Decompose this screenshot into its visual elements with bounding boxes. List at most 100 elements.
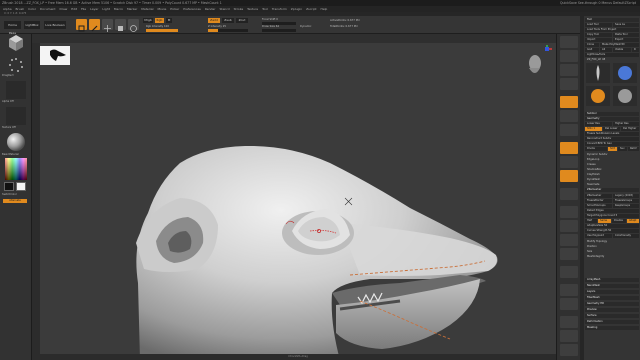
material-sphere-icon[interactable]: [6, 132, 26, 152]
sdiv-slider[interactable]: SDiv 1: [585, 127, 602, 131]
goz-all-button[interactable]: All: [600, 48, 612, 52]
menu-help[interactable]: Help: [321, 7, 328, 11]
goz-visible-button[interactable]: Visible: [613, 48, 631, 52]
fox-head-mesh[interactable]: [136, 145, 498, 360]
curves-strength-slider[interactable]: Curves Strength 50: [585, 229, 639, 233]
menu-movie[interactable]: Movie: [157, 7, 166, 11]
menu-texture[interactable]: Texture: [247, 7, 258, 11]
size-item[interactable]: Size: [585, 250, 639, 254]
bpr-button[interactable]: [560, 36, 578, 48]
zsub-button[interactable]: Zsub: [222, 18, 234, 23]
scale-view-button[interactable]: [560, 234, 578, 246]
tool-header[interactable]: Tool: [585, 18, 639, 22]
make-polymesh3d-button[interactable]: Make PolyMesh3D: [600, 43, 639, 47]
primary-color-swatch[interactable]: [4, 182, 14, 191]
copy-tool-button[interactable]: Copy Tool: [585, 33, 612, 37]
menu-brush[interactable]: Brush: [16, 7, 25, 11]
menu-draw[interactable]: Draw: [59, 7, 67, 11]
transp-button[interactable]: [560, 298, 578, 310]
home-page-button[interactable]: Home Page: [4, 21, 21, 35]
lower-res-button[interactable]: Lower Res: [585, 122, 612, 126]
convert-bpr-button[interactable]: Convert BPR To Geo: [585, 142, 639, 146]
menu-color[interactable]: Color: [28, 7, 36, 11]
zoom-button[interactable]: [560, 78, 578, 90]
xyz-button[interactable]: [560, 188, 578, 200]
edit-button[interactable]: [76, 19, 87, 32]
freeze-border-button[interactable]: FreezeBorder: [585, 199, 612, 203]
menu-stroke[interactable]: Stroke: [234, 7, 244, 11]
divide-button[interactable]: Divide: [585, 147, 607, 151]
texture-thumbnail[interactable]: [6, 107, 26, 125]
navigator-thumbnail[interactable]: [40, 46, 70, 65]
meshintegrity-item[interactable]: MeshIntegrity: [585, 255, 639, 259]
actual-button[interactable]: [560, 96, 578, 108]
zcut-button[interactable]: Zcut: [236, 18, 248, 23]
del-higher-button[interactable]: Del Higher: [621, 127, 639, 131]
modify-topology-item[interactable]: Modify Topology: [585, 240, 639, 244]
goz-button[interactable]: GoZ: [585, 48, 599, 52]
color-picker-icon[interactable]: [5, 158, 27, 180]
menu-marker[interactable]: Marker: [127, 7, 137, 11]
menu-render[interactable]: Render: [205, 7, 216, 11]
alternate-button[interactable]: Alternate: [3, 199, 27, 203]
tool-cube-icon[interactable]: [7, 34, 25, 52]
deformation-header[interactable]: Deformation: [585, 320, 639, 324]
load-tool-button[interactable]: Load Tool: [585, 23, 612, 27]
use-polypaint-button[interactable]: Use Polypaint: [585, 234, 612, 238]
floor-button[interactable]: [560, 142, 578, 154]
dynamic-subdiv-item[interactable]: Dynamic Subdiv: [585, 153, 639, 157]
ghost-button[interactable]: [560, 316, 578, 328]
load-tools-from-project-button[interactable]: Load Tools From Project: [585, 28, 639, 32]
dynamic-toggle[interactable]: Dynamic: [300, 25, 311, 28]
spix-button[interactable]: [560, 50, 578, 62]
local-button[interactable]: [560, 156, 578, 168]
masking-header[interactable]: Masking: [585, 326, 639, 330]
head-orientation-icon[interactable]: [529, 55, 541, 73]
lsym-button[interactable]: [560, 170, 578, 182]
document-canvas[interactable]: [40, 43, 556, 360]
scale-button[interactable]: [115, 19, 126, 31]
menu-layer[interactable]: Layer: [90, 7, 98, 11]
lightbox-button[interactable]: LightBox: [24, 21, 40, 29]
move-view-button[interactable]: [560, 220, 578, 232]
rgb-intensity-slider[interactable]: [146, 29, 178, 32]
target-polygons-slider[interactable]: Target Polygons Count 5: [585, 214, 639, 218]
subtool-header[interactable]: Subtool: [585, 112, 639, 116]
claypolish-item[interactable]: ClayPolish: [585, 173, 639, 177]
menu-material[interactable]: Material: [141, 7, 153, 11]
menu-zplugin[interactable]: Zplugin: [291, 7, 302, 11]
surface-header[interactable]: Surface: [585, 314, 639, 318]
viewport-svg[interactable]: [40, 43, 556, 360]
menu-file[interactable]: File: [81, 7, 86, 11]
geometry-header[interactable]: Geometry: [585, 117, 639, 121]
menu-zscript[interactable]: Zscript: [306, 7, 316, 11]
stroke-dots-icon[interactable]: [7, 57, 25, 73]
alpha-thumbnail[interactable]: [6, 81, 26, 99]
crease-item[interactable]: Crease: [585, 163, 639, 167]
tessimate-item[interactable]: Tessimate: [585, 183, 639, 187]
menu-edit[interactable]: Edit: [71, 7, 77, 11]
menu-alpha[interactable]: Alpha: [3, 7, 12, 11]
solo-button[interactable]: [560, 330, 578, 342]
menu-stencil[interactable]: Stencil: [219, 7, 229, 11]
same-button[interactable]: Same: [598, 219, 611, 223]
layers-header[interactable]: Layers: [585, 290, 639, 294]
aahalf-button[interactable]: [560, 110, 578, 122]
edgeloop-item[interactable]: EdgeLoop: [585, 158, 639, 162]
rotate-view-button[interactable]: [560, 248, 578, 260]
switch-color-button[interactable]: SwitchColor: [2, 193, 17, 196]
menu-picker[interactable]: Picker: [170, 7, 179, 11]
draw-size-slider[interactable]: [262, 29, 296, 32]
zadd-button[interactable]: Zadd: [208, 18, 220, 23]
lightbox-tools-button[interactable]: Lightbox▸Tools: [585, 53, 639, 57]
half-button[interactable]: Half: [585, 219, 597, 223]
suv-toggle[interactable]: Suv: [618, 147, 627, 151]
xpose-button[interactable]: [560, 344, 578, 356]
secondary-color-swatch[interactable]: [16, 182, 26, 191]
paste-tool-button[interactable]: Paste Tool: [613, 33, 639, 37]
menu-document[interactable]: Document: [40, 7, 56, 11]
export-button[interactable]: Export: [613, 38, 639, 42]
scroll-button[interactable]: [560, 64, 578, 76]
smt-toggle[interactable]: Smt: [608, 147, 617, 151]
rgb-button[interactable]: Rgb: [155, 18, 164, 23]
